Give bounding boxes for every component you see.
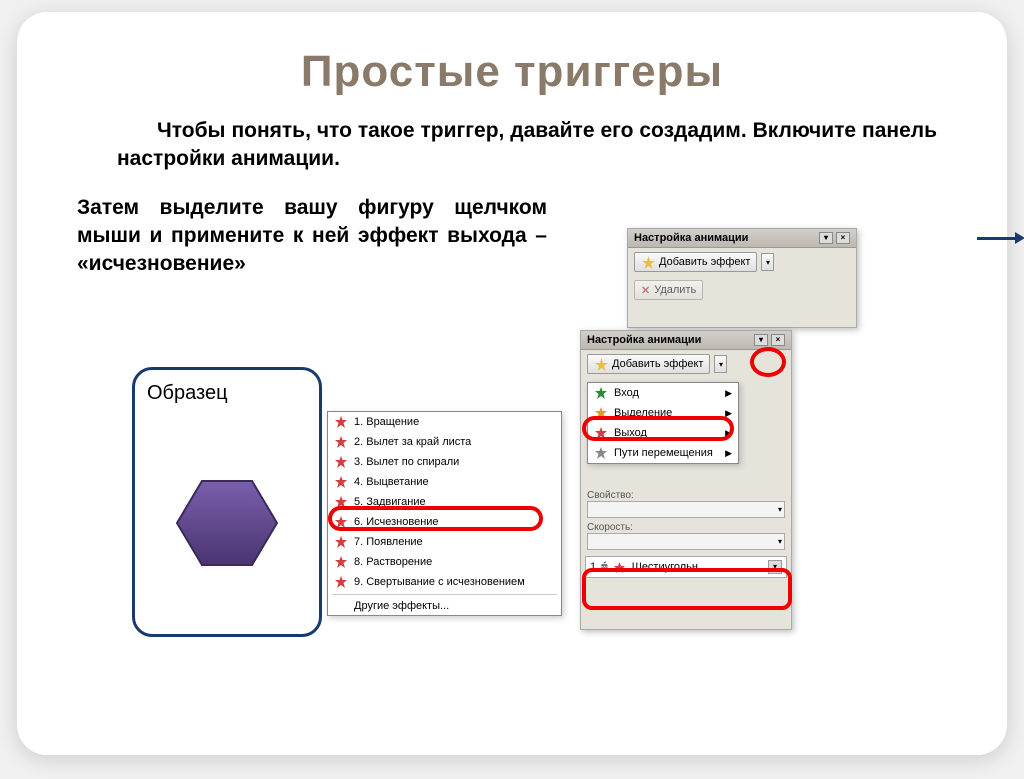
star-red-icon — [334, 555, 348, 569]
menu-entry-label: Вход — [614, 387, 639, 399]
anim-item-number: 1 — [590, 561, 596, 573]
effect-9-label: 9. Свертывание с исчезновением — [354, 576, 525, 588]
star-red-icon — [594, 426, 608, 440]
slide: Простые триггеры Чтобы понять, что такое… — [17, 12, 1007, 755]
effect-2[interactable]: 2. Вылет за край листа — [328, 432, 561, 452]
panel-header: Настройка анимации ▾ × — [628, 229, 856, 248]
separator — [332, 594, 557, 595]
arrow-right-icon: ▶ — [725, 428, 732, 439]
menu-item-exit[interactable]: Выход ▶ — [588, 423, 738, 443]
property-field: Свойство: ▾ — [581, 488, 791, 520]
anim-item-name: Шестиугольн... — [632, 561, 707, 573]
effect-4[interactable]: 4. Выцветание — [328, 472, 561, 492]
star-red-icon — [334, 535, 348, 549]
effect-2-label: 2. Вылет за край листа — [354, 436, 471, 448]
star-red-icon — [334, 515, 348, 529]
menu-item-emphasis[interactable]: Выделение ▶ — [588, 403, 738, 423]
animation-panel-back: Настройка анимации ▾ × Добавить эффект ▾… — [627, 228, 857, 328]
dropdown-arrow-icon-2[interactable]: ▾ — [714, 355, 727, 373]
close-icon[interactable]: × — [836, 232, 850, 244]
add-effect-label: Добавить эффект — [659, 256, 750, 268]
star-red-icon — [334, 435, 348, 449]
sample-label: Образец — [147, 382, 307, 405]
arrow-right-icon: ▶ — [725, 388, 732, 399]
star-icon — [613, 560, 627, 574]
effect-7[interactable]: 7. Появление — [328, 532, 561, 552]
page-title: Простые триггеры — [57, 47, 967, 97]
property-label: Свойство: — [587, 490, 785, 501]
dropdown-arrow-icon[interactable]: ▾ — [761, 253, 774, 271]
effect-other-label: Другие эффекты... — [354, 600, 449, 612]
effect-6[interactable]: 6. Исчезновение — [328, 512, 561, 532]
star-icon — [641, 255, 655, 269]
effect-other[interactable]: Другие эффекты... — [328, 597, 561, 615]
effect-3-label: 3. Вылет по спирали — [354, 456, 459, 468]
animation-list-item[interactable]: 1 🖱 Шестиугольн... ▾ — [585, 556, 787, 578]
menu-item-motion[interactable]: Пути перемещения ▶ — [588, 443, 738, 463]
animation-panel-front: Настройка анимации ▾ × Добавить эффект ▾… — [580, 330, 792, 630]
sample-box: Образец — [132, 367, 322, 637]
star-green-icon — [594, 386, 608, 400]
dropdown-icon[interactable]: ▾ — [754, 334, 768, 346]
menu-exit-label: Выход — [614, 427, 647, 439]
effect-4-label: 4. Выцветание — [354, 476, 429, 488]
effect-9[interactable]: 9. Свертывание с исчезновением — [328, 572, 561, 592]
arrow-right-icon: ▶ — [725, 408, 732, 419]
star-icon — [594, 357, 608, 371]
delete-button[interactable]: ✕ Удалить — [634, 280, 703, 300]
paragraph-1: Чтобы понять, что такое триггер, давайте… — [117, 117, 937, 174]
para1-text: Чтобы понять, что такое триггер, давайте… — [117, 119, 937, 170]
effect-8-label: 8. Растворение — [354, 556, 432, 568]
close-icon[interactable]: × — [771, 334, 785, 346]
panel-title-2: Настройка анимации — [587, 334, 701, 346]
x-icon: ✕ — [641, 284, 650, 297]
panel-title: Настройка анимации — [634, 232, 748, 244]
arrow-line — [977, 237, 1017, 240]
exit-effects-menu: 1. Вращение 2. Вылет за край листа 3. Вы… — [327, 411, 562, 616]
effect-6-label: 6. Исчезновение — [354, 516, 439, 528]
arrow-right-icon: ▶ — [725, 448, 732, 459]
add-effect-label-2: Добавить эффект — [612, 358, 703, 370]
effect-5-label: 5. Задвигание — [354, 496, 426, 508]
add-effect-button[interactable]: Добавить эффект — [634, 252, 757, 272]
speed-field: Скорость: ▾ — [581, 520, 791, 552]
star-red-icon — [334, 575, 348, 589]
speed-label: Скорость: — [587, 522, 785, 533]
add-effect-button-2[interactable]: Добавить эффект — [587, 354, 710, 374]
mouse-icon: 🖱 — [601, 561, 608, 574]
menu-item-entry[interactable]: Вход ▶ — [588, 383, 738, 403]
menu-motion-label: Пути перемещения — [614, 447, 713, 459]
effect-category-menu: Вход ▶ Выделение ▶ Выход ▶ Пути перемещения… — [587, 382, 739, 464]
effect-1[interactable]: 1. Вращение — [328, 412, 561, 432]
star-yellow-icon — [594, 406, 608, 420]
star-red-icon — [334, 475, 348, 489]
panel-header-2: Настройка анимации ▾ × — [581, 331, 791, 350]
item-dropdown-icon[interactable]: ▾ — [768, 560, 782, 574]
speed-input[interactable]: ▾ — [587, 533, 785, 550]
effect-1-label: 1. Вращение — [354, 416, 419, 428]
effect-8[interactable]: 8. Растворение — [328, 552, 561, 572]
property-input[interactable]: ▾ — [587, 501, 785, 518]
star-red-icon — [334, 415, 348, 429]
effect-3[interactable]: 3. Вылет по спирали — [328, 452, 561, 472]
effect-7-label: 7. Появление — [354, 536, 423, 548]
star-motion-icon — [594, 446, 608, 460]
hexagon-icon — [172, 473, 282, 573]
paragraph-2: Затем выделите вашу фигуру щелчком мыши … — [77, 194, 547, 279]
dropdown-icon[interactable]: ▾ — [819, 232, 833, 244]
effect-5[interactable]: 5. Задвигание — [328, 492, 561, 512]
star-red-icon — [334, 495, 348, 509]
delete-label: Удалить — [654, 284, 696, 296]
star-red-icon — [334, 455, 348, 469]
menu-emphasis-label: Выделение — [614, 407, 672, 419]
